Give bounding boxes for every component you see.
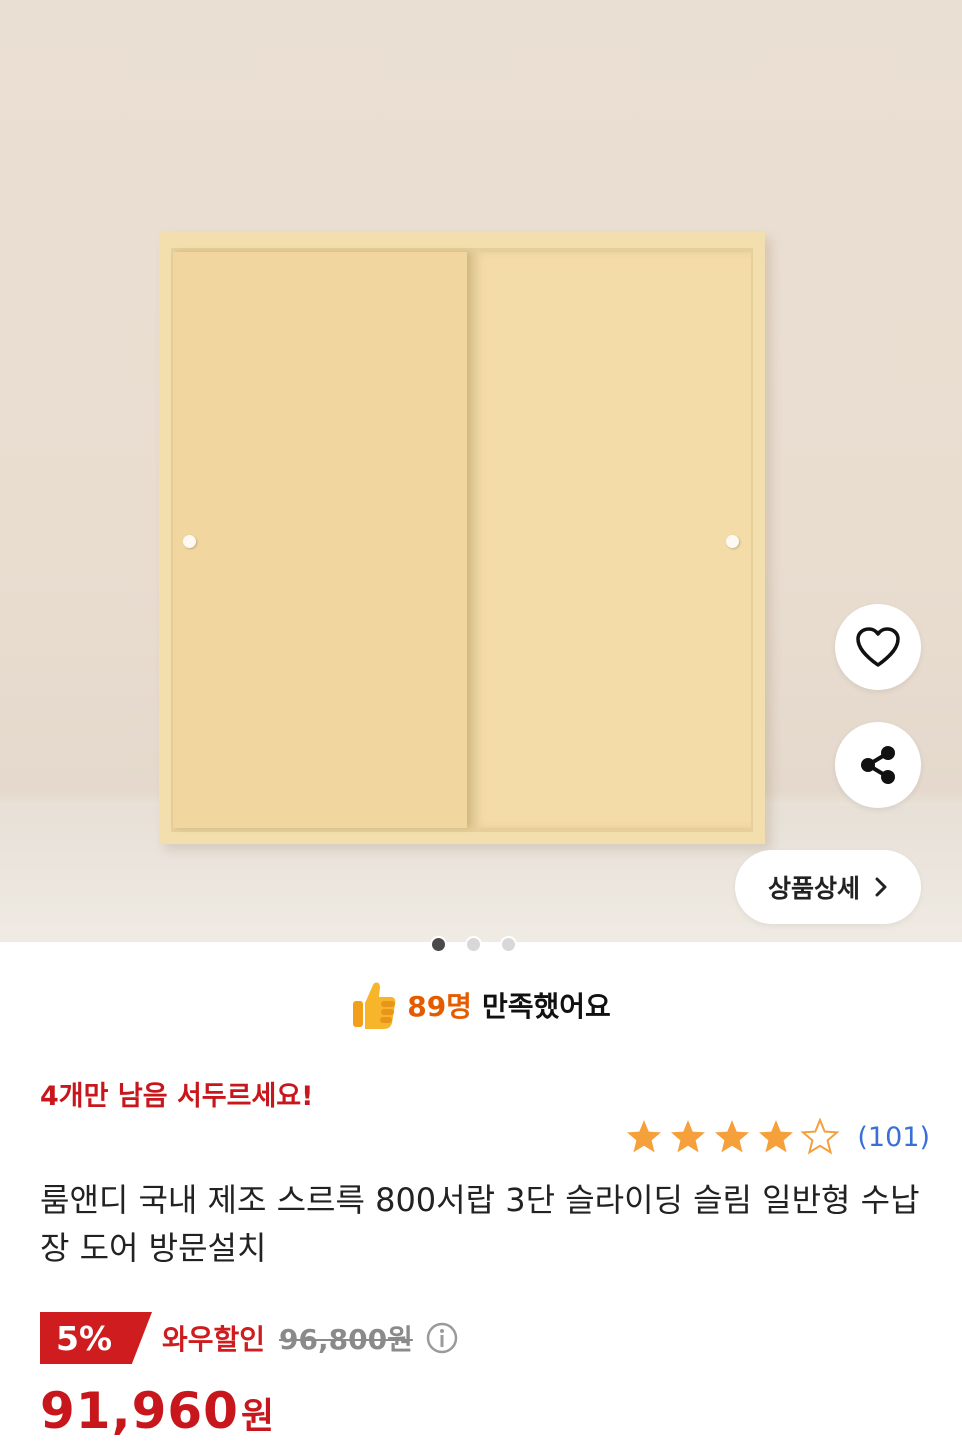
satisfaction-text: 만족했어요 [481, 990, 611, 1023]
star-rating-icon [627, 1118, 840, 1155]
page-dot[interactable] [430, 936, 447, 953]
final-price-value: 91,960 [40, 1382, 239, 1440]
discount-label: 와우할인 [162, 1323, 266, 1356]
share-button[interactable] [835, 722, 921, 808]
final-price: 91,960 원 [40, 1382, 274, 1442]
satisfaction-banner: 89명 만족했어요 [0, 972, 962, 1038]
cabinet-left-door [173, 252, 467, 828]
rating[interactable]: (101) [625, 1118, 930, 1156]
cabinet-knob-right [726, 535, 739, 548]
stock-notice: 4개만 남음 서두르세요! [40, 1081, 314, 1112]
chevron-right-icon [875, 877, 887, 897]
product-detail-button[interactable]: 상품상세 [735, 850, 921, 924]
original-price: 96,800원 [279, 1323, 413, 1356]
thumbs-up-icon [353, 982, 396, 1029]
product-detail-label: 상품상세 [767, 874, 860, 903]
image-page-indicator [430, 936, 517, 953]
wishlist-button[interactable] [835, 604, 921, 690]
page-dot[interactable] [465, 936, 482, 953]
cabinet-illustration [159, 232, 765, 844]
final-price-unit: 원 [240, 1396, 275, 1437]
page-dot[interactable] [500, 936, 517, 953]
discount-row: 5% 와우할인 96,800원 [40, 1312, 459, 1364]
price-info-button[interactable] [425, 1321, 459, 1355]
satisfaction-count: 89명 [407, 990, 472, 1023]
share-icon [861, 746, 895, 784]
heart-icon [856, 627, 900, 667]
discount-badge: 5% [40, 1312, 152, 1364]
review-count[interactable]: (101) [857, 1122, 930, 1153]
info-icon [426, 1322, 458, 1354]
cabinet-right-door [471, 252, 751, 828]
cabinet-knob-left [183, 535, 196, 548]
product-image[interactable]: 상품상세 [0, 0, 962, 942]
product-title: 룸앤디 국내 제조 스르륵 800서랍 3단 슬라이딩 슬림 일반형 수납장 도… [40, 1181, 920, 1267]
